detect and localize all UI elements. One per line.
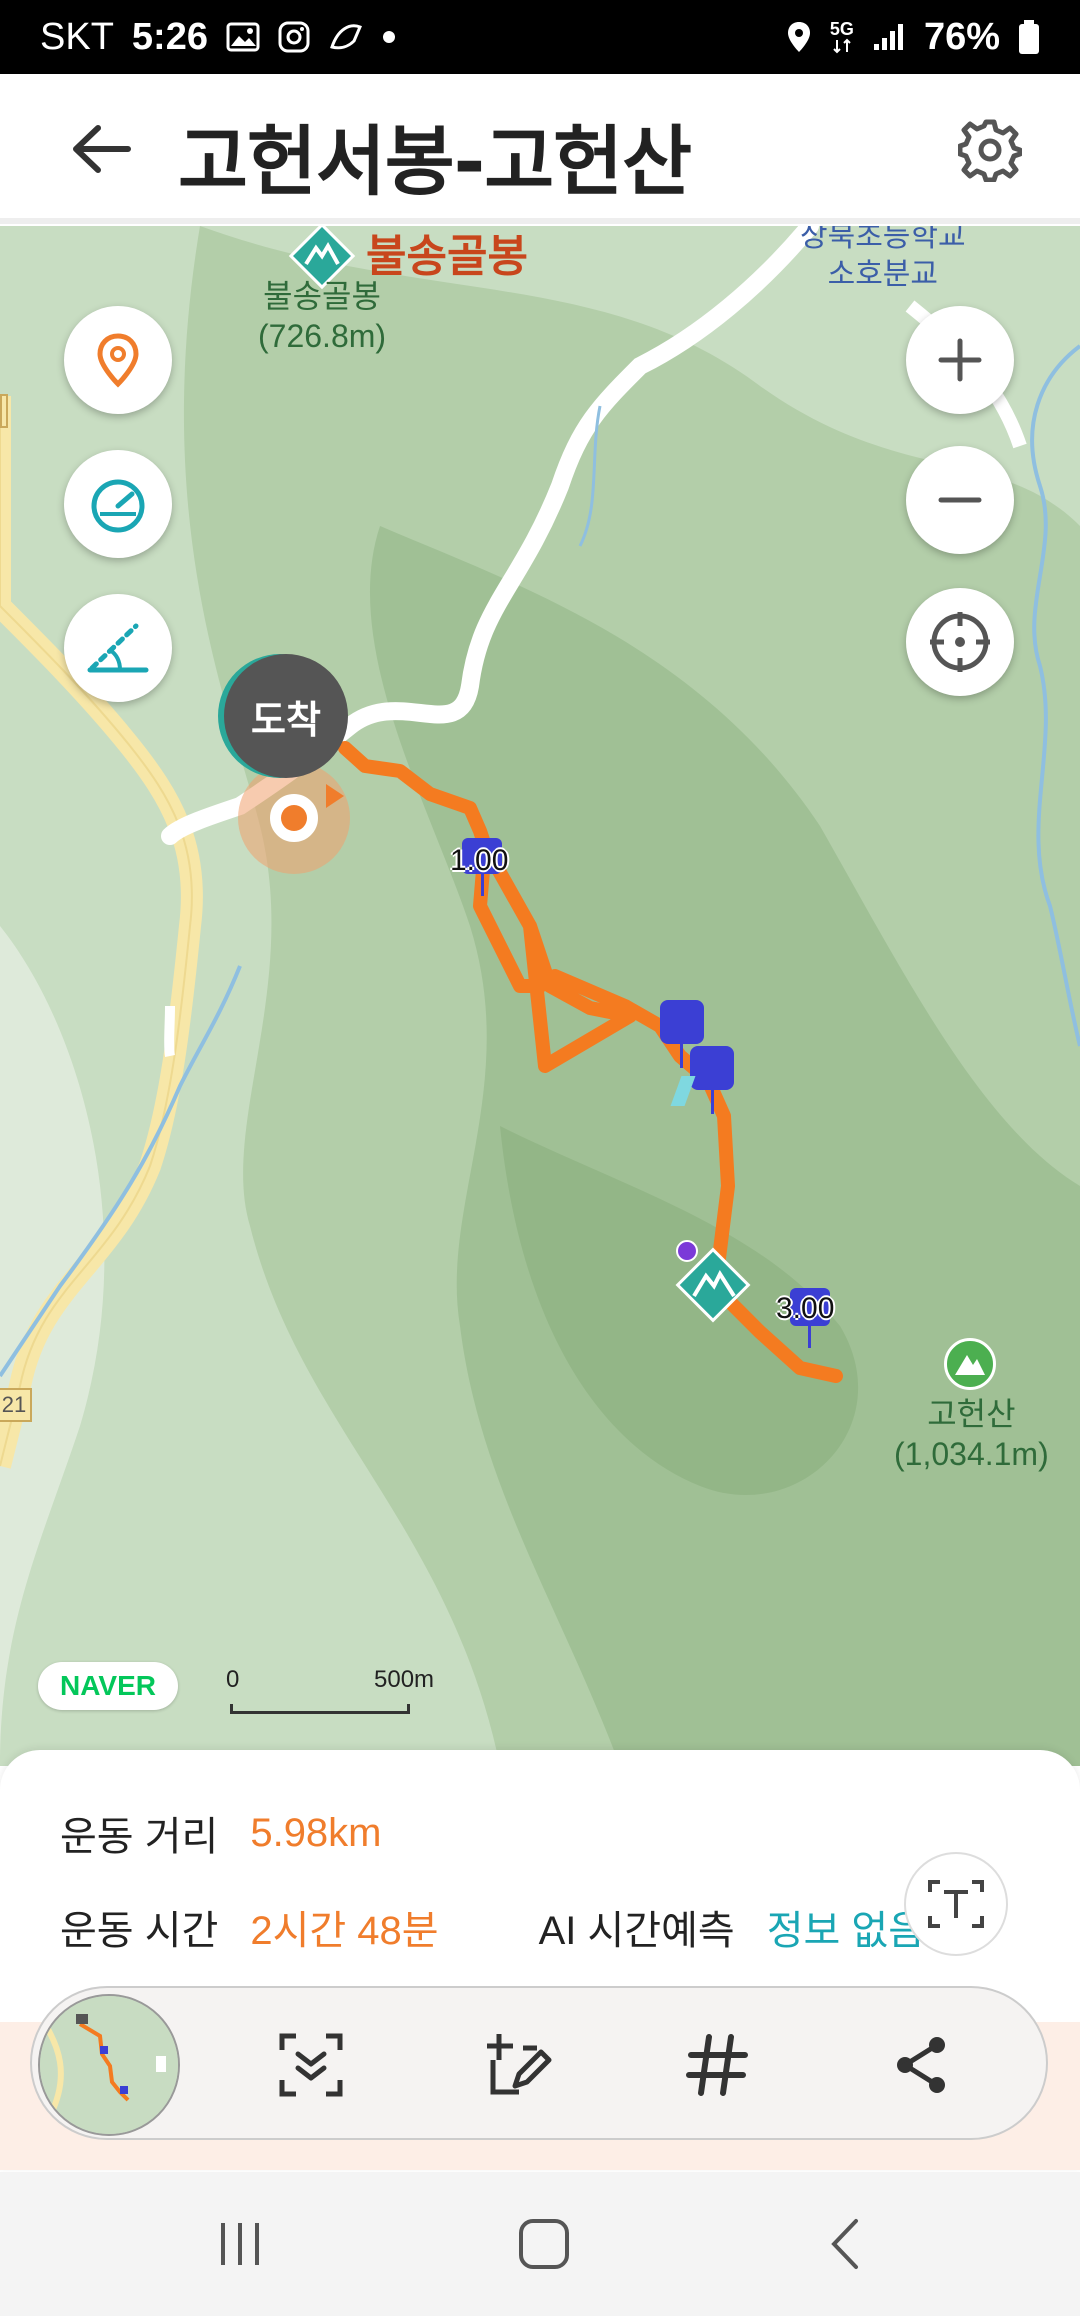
distance-row: 운동 거리 5.98km <box>60 1804 382 1862</box>
instagram-icon <box>278 21 310 53</box>
scale-start: 0 <box>226 1666 240 1693</box>
km-marker-3-label[interactable]: 3.00 <box>776 1292 834 1326</box>
route-thumbnail-icon <box>40 1996 178 2134</box>
time-row: 운동 시간 2시간 48분 AI 시간예측 정보 없음 <box>60 1898 925 1956</box>
distance-value: 5.98km <box>250 1810 382 1855</box>
crosshair-icon <box>930 612 990 672</box>
system-nav-bar <box>0 2172 1080 2316</box>
hashtag-button[interactable] <box>668 2016 766 2114</box>
time-label: 운동 시간 <box>60 1909 219 1953</box>
back-icon <box>831 2219 858 2269</box>
bottom-toolbar <box>30 1986 1048 2140</box>
share-button[interactable] <box>872 2016 970 2114</box>
distance-label: 운동 거리 <box>60 1815 219 1859</box>
peak-right-marker[interactable] <box>944 1338 996 1390</box>
map-canvas <box>0 226 1080 1766</box>
home-button[interactable] <box>504 2204 584 2284</box>
map-scale: 0 500m <box>226 1666 434 1716</box>
recent-apps-icon <box>221 2223 259 2265</box>
recent-apps-button[interactable] <box>200 2204 280 2284</box>
km-marker-2a[interactable] <box>660 1000 704 1044</box>
peak-right-name: 고헌산 <box>927 1396 1016 1432</box>
text-recognition-button[interactable] <box>904 1852 1008 1956</box>
peak-left-label-block: 불송골봉 (726.8m) <box>258 276 386 356</box>
my-location-pin-button[interactable] <box>64 306 172 414</box>
start-arrow-icon <box>326 784 344 808</box>
time-value: 2시간 48분 <box>250 1909 439 1953</box>
capture-button[interactable] <box>262 2016 360 2114</box>
school-label-line2: 소호분교 <box>827 258 938 291</box>
home-icon <box>519 2219 569 2269</box>
peak-left-label: 불송골봉 <box>263 278 381 314</box>
speedometer-button[interactable] <box>64 450 172 558</box>
minus-icon <box>938 497 982 503</box>
current-position-dot <box>270 794 318 842</box>
speedometer-icon <box>91 479 145 533</box>
km-marker-2b[interactable] <box>690 1046 734 1090</box>
location-icon <box>786 20 812 54</box>
carrier-label: SKT <box>40 15 114 58</box>
battery-icon <box>1018 19 1040 55</box>
map-pin-icon <box>97 333 139 388</box>
peak-right-elevation: (1,034.1m) <box>894 1436 1049 1472</box>
dot-icon <box>382 30 396 44</box>
peak-left-title: 불송골봉 <box>366 232 528 281</box>
battery-percent: 76% <box>923 15 1000 58</box>
map-view[interactable]: 불송골봉 불송골봉 (726.8m) 상북초등학교 소호분교 도착 1.00 3… <box>0 226 1080 1766</box>
zoom-out-button[interactable] <box>906 446 1014 554</box>
text-scan-icon <box>928 1880 984 1928</box>
scale-bar <box>230 1704 410 1714</box>
elevation-angle-button[interactable] <box>64 594 172 702</box>
peak-right-label-block: 고헌산 (1,034.1m) <box>894 1394 1049 1474</box>
settings-button[interactable] <box>957 118 1023 183</box>
gallery-icon <box>226 22 260 52</box>
back-button[interactable] <box>68 124 132 174</box>
km-marker-1-label[interactable]: 1.00 <box>450 844 508 878</box>
gear-icon <box>957 119 1023 183</box>
nav-back-button[interactable] <box>806 2204 886 2284</box>
share-icon <box>897 2037 945 2093</box>
zoom-in-button[interactable] <box>906 306 1014 414</box>
capture-icon <box>279 2033 343 2097</box>
plus-icon <box>938 338 982 382</box>
signal-icon <box>872 22 906 52</box>
add-post-button[interactable] <box>468 2016 566 2114</box>
scale-end: 500m <box>374 1666 435 1693</box>
recenter-button[interactable] <box>906 588 1014 696</box>
direction-badge-icon <box>676 1240 698 1262</box>
network-5g-icon: 5G <box>830 20 854 54</box>
km-marker-3-pole <box>808 1324 811 1348</box>
shoe-icon <box>328 21 364 53</box>
app-header: 고헌서봉-고헌산 <box>0 74 1080 224</box>
arrow-left-icon <box>73 125 131 173</box>
slope-icon <box>87 623 149 673</box>
road-number-right: 21 <box>0 1388 32 1422</box>
map-thumbnail[interactable] <box>38 1994 180 2136</box>
ai-prediction-label: AI 시간예측 <box>538 1909 735 1953</box>
arrival-badge[interactable]: 도착 <box>224 654 348 778</box>
km-marker-2a-pole <box>680 1042 683 1068</box>
mountain-icon <box>955 1355 985 1375</box>
ai-prediction-value: 정보 없음 <box>766 1909 926 1953</box>
page-title: 고헌서봉-고헌산 <box>178 117 692 206</box>
naver-logo[interactable]: NAVER <box>38 1662 178 1710</box>
hashtag-icon <box>686 2034 748 2096</box>
peak-left-elevation: (726.8m) <box>258 318 387 354</box>
clock: 5:26 <box>131 15 208 58</box>
school-label: 상북초등학교 소호분교 <box>800 226 966 294</box>
km-marker-2b-pole <box>711 1088 714 1114</box>
road-number-left <box>0 394 8 428</box>
add-post-icon <box>487 2034 552 2095</box>
school-label-line1: 상북초등학교 <box>800 226 966 253</box>
status-bar: SKT 5:26 5G 76% <box>0 0 1080 74</box>
